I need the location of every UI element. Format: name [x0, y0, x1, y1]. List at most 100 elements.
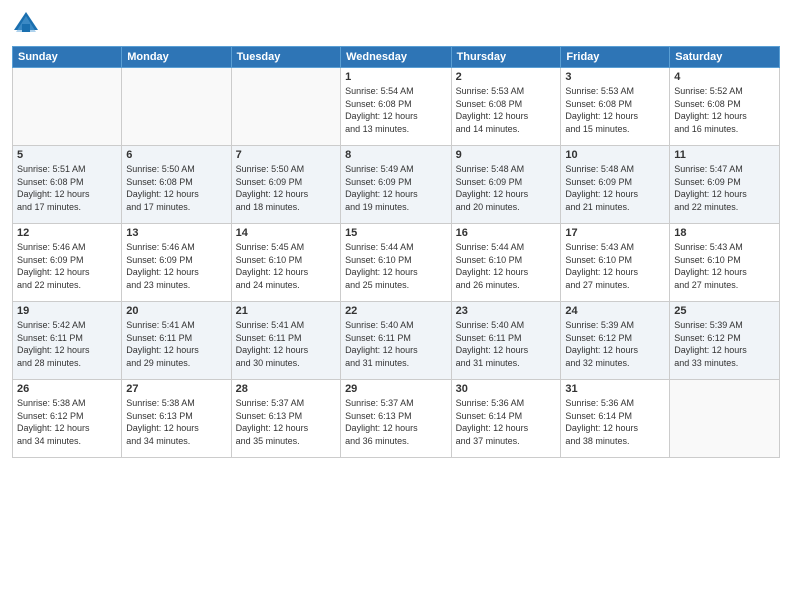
calendar-cell: 6 Sunrise: 5:50 AM Sunset: 6:08 PM Daylig… [122, 146, 231, 224]
day-info: Sunrise: 5:46 AM Sunset: 6:09 PM Dayligh… [17, 241, 117, 291]
day-info: Sunrise: 5:45 AM Sunset: 6:10 PM Dayligh… [236, 241, 336, 291]
day-info: Sunrise: 5:44 AM Sunset: 6:10 PM Dayligh… [345, 241, 447, 291]
day-number: 31 [565, 383, 665, 395]
day-number: 25 [674, 305, 775, 317]
calendar-cell: 13 Sunrise: 5:46 AM Sunset: 6:09 PM Dayli… [122, 224, 231, 302]
calendar-cell: 23Sunrise: 5:40 AM Sunset: 6:11 PM Dayli… [451, 302, 561, 380]
calendar-cell: 29 Sunrise: 5:37 AM Sunset: 6:13 PM Dayli… [341, 380, 452, 458]
header [12, 10, 780, 38]
calendar-cell: 26 Sunrise: 5:38 AM Sunset: 6:12 PM Dayli… [13, 380, 122, 458]
day-info: Sunrise: 5:47 AM Sunset: 6:09 PM Dayligh… [674, 163, 775, 213]
day-number: 9 [456, 149, 557, 161]
calendar-table: SundayMondayTuesdayWednesdayThursdayFrid… [12, 46, 780, 458]
day-number: 15 [345, 227, 447, 239]
weekday-header-sunday: Sunday [13, 47, 122, 68]
calendar-cell: 19 Sunrise: 5:42 AM Sunset: 6:11 PM Dayli… [13, 302, 122, 380]
calendar-cell: 27 Sunrise: 5:38 AM Sunset: 6:13 PM Dayli… [122, 380, 231, 458]
day-info: Sunrise: 5:53 AM Sunset: 6:08 PM Dayligh… [456, 85, 557, 135]
day-number: 11 [674, 149, 775, 161]
day-number: 13 [126, 227, 226, 239]
calendar-cell: 7 Sunrise: 5:50 AM Sunset: 6:09 PM Daylig… [231, 146, 340, 224]
calendar-week-5: 26 Sunrise: 5:38 AM Sunset: 6:12 PM Dayli… [13, 380, 780, 458]
calendar-cell: 12Sunrise: 5:46 AM Sunset: 6:09 PM Dayli… [13, 224, 122, 302]
calendar-cell: 5Sunrise: 5:51 AM Sunset: 6:08 PM Daylig… [13, 146, 122, 224]
day-number: 17 [565, 227, 665, 239]
calendar-week-1: 1 Sunrise: 5:54 AM Sunset: 6:08 PM Daylig… [13, 68, 780, 146]
calendar-cell [13, 68, 122, 146]
day-number: 30 [456, 383, 557, 395]
day-info: Sunrise: 5:42 AM Sunset: 6:11 PM Dayligh… [17, 319, 117, 369]
day-number: 2 [456, 71, 557, 83]
calendar-cell: 1 Sunrise: 5:54 AM Sunset: 6:08 PM Daylig… [341, 68, 452, 146]
day-info: Sunrise: 5:54 AM Sunset: 6:08 PM Dayligh… [345, 85, 447, 135]
weekday-header-wednesday: Wednesday [341, 47, 452, 68]
day-number: 29 [345, 383, 447, 395]
day-info: Sunrise: 5:53 AM Sunset: 6:08 PM Dayligh… [565, 85, 665, 135]
calendar-week-3: 12Sunrise: 5:46 AM Sunset: 6:09 PM Dayli… [13, 224, 780, 302]
calendar-cell: 31 Sunrise: 5:36 AM Sunset: 6:14 PM Dayli… [561, 380, 670, 458]
day-info: Sunrise: 5:40 AM Sunset: 6:11 PM Dayligh… [456, 319, 557, 369]
day-number: 16 [456, 227, 557, 239]
calendar-cell: 15 Sunrise: 5:44 AM Sunset: 6:10 PM Dayli… [341, 224, 452, 302]
day-number: 14 [236, 227, 336, 239]
day-number: 20 [126, 305, 226, 317]
day-number: 6 [126, 149, 226, 161]
weekday-header-row: SundayMondayTuesdayWednesdayThursdayFrid… [13, 47, 780, 68]
day-info: Sunrise: 5:48 AM Sunset: 6:09 PM Dayligh… [456, 163, 557, 213]
day-info: Sunrise: 5:39 AM Sunset: 6:12 PM Dayligh… [674, 319, 775, 369]
day-number: 26 [17, 383, 117, 395]
day-number: 3 [565, 71, 665, 83]
weekday-header-monday: Monday [122, 47, 231, 68]
calendar-week-2: 5Sunrise: 5:51 AM Sunset: 6:08 PM Daylig… [13, 146, 780, 224]
calendar-cell: 30 Sunrise: 5:36 AM Sunset: 6:14 PM Dayli… [451, 380, 561, 458]
day-info: Sunrise: 5:38 AM Sunset: 6:13 PM Dayligh… [126, 397, 226, 447]
calendar-cell: 17 Sunrise: 5:43 AM Sunset: 6:10 PM Dayli… [561, 224, 670, 302]
day-number: 27 [126, 383, 226, 395]
calendar-cell: 3 Sunrise: 5:53 AM Sunset: 6:08 PM Daylig… [561, 68, 670, 146]
calendar-cell [122, 68, 231, 146]
day-info: Sunrise: 5:50 AM Sunset: 6:08 PM Dayligh… [126, 163, 226, 213]
day-number: 7 [236, 149, 336, 161]
day-info: Sunrise: 5:36 AM Sunset: 6:14 PM Dayligh… [565, 397, 665, 447]
calendar-cell: 21 Sunrise: 5:41 AM Sunset: 6:11 PM Dayli… [231, 302, 340, 380]
day-number: 28 [236, 383, 336, 395]
day-info: Sunrise: 5:50 AM Sunset: 6:09 PM Dayligh… [236, 163, 336, 213]
day-info: Sunrise: 5:41 AM Sunset: 6:11 PM Dayligh… [236, 319, 336, 369]
logo-icon [12, 10, 40, 38]
weekday-header-friday: Friday [561, 47, 670, 68]
day-info: Sunrise: 5:36 AM Sunset: 6:14 PM Dayligh… [456, 397, 557, 447]
calendar-cell: 20 Sunrise: 5:41 AM Sunset: 6:11 PM Dayli… [122, 302, 231, 380]
day-info: Sunrise: 5:38 AM Sunset: 6:12 PM Dayligh… [17, 397, 117, 447]
day-info: Sunrise: 5:39 AM Sunset: 6:12 PM Dayligh… [565, 319, 665, 369]
day-info: Sunrise: 5:46 AM Sunset: 6:09 PM Dayligh… [126, 241, 226, 291]
weekday-header-thursday: Thursday [451, 47, 561, 68]
day-number: 22 [345, 305, 447, 317]
day-number: 4 [674, 71, 775, 83]
day-number: 5 [17, 149, 117, 161]
day-info: Sunrise: 5:43 AM Sunset: 6:10 PM Dayligh… [565, 241, 665, 291]
calendar-cell: 24 Sunrise: 5:39 AM Sunset: 6:12 PM Dayli… [561, 302, 670, 380]
day-number: 1 [345, 71, 447, 83]
logo [12, 10, 44, 38]
calendar-cell [231, 68, 340, 146]
day-info: Sunrise: 5:49 AM Sunset: 6:09 PM Dayligh… [345, 163, 447, 213]
calendar-cell: 22 Sunrise: 5:40 AM Sunset: 6:11 PM Dayli… [341, 302, 452, 380]
day-number: 24 [565, 305, 665, 317]
weekday-header-tuesday: Tuesday [231, 47, 340, 68]
day-info: Sunrise: 5:41 AM Sunset: 6:11 PM Dayligh… [126, 319, 226, 369]
calendar-week-4: 19 Sunrise: 5:42 AM Sunset: 6:11 PM Dayli… [13, 302, 780, 380]
calendar-cell: 4 Sunrise: 5:52 AM Sunset: 6:08 PM Daylig… [670, 68, 780, 146]
day-number: 19 [17, 305, 117, 317]
day-info: Sunrise: 5:52 AM Sunset: 6:08 PM Dayligh… [674, 85, 775, 135]
calendar-cell: 18Sunrise: 5:43 AM Sunset: 6:10 PM Dayli… [670, 224, 780, 302]
day-info: Sunrise: 5:37 AM Sunset: 6:13 PM Dayligh… [236, 397, 336, 447]
day-number: 10 [565, 149, 665, 161]
day-info: Sunrise: 5:43 AM Sunset: 6:10 PM Dayligh… [674, 241, 775, 291]
calendar-cell: 14 Sunrise: 5:45 AM Sunset: 6:10 PM Dayli… [231, 224, 340, 302]
calendar-cell: 10Sunrise: 5:48 AM Sunset: 6:09 PM Dayli… [561, 146, 670, 224]
day-number: 21 [236, 305, 336, 317]
day-info: Sunrise: 5:37 AM Sunset: 6:13 PM Dayligh… [345, 397, 447, 447]
calendar-cell: 25 Sunrise: 5:39 AM Sunset: 6:12 PM Dayli… [670, 302, 780, 380]
calendar-cell: 16Sunrise: 5:44 AM Sunset: 6:10 PM Dayli… [451, 224, 561, 302]
day-info: Sunrise: 5:40 AM Sunset: 6:11 PM Dayligh… [345, 319, 447, 369]
